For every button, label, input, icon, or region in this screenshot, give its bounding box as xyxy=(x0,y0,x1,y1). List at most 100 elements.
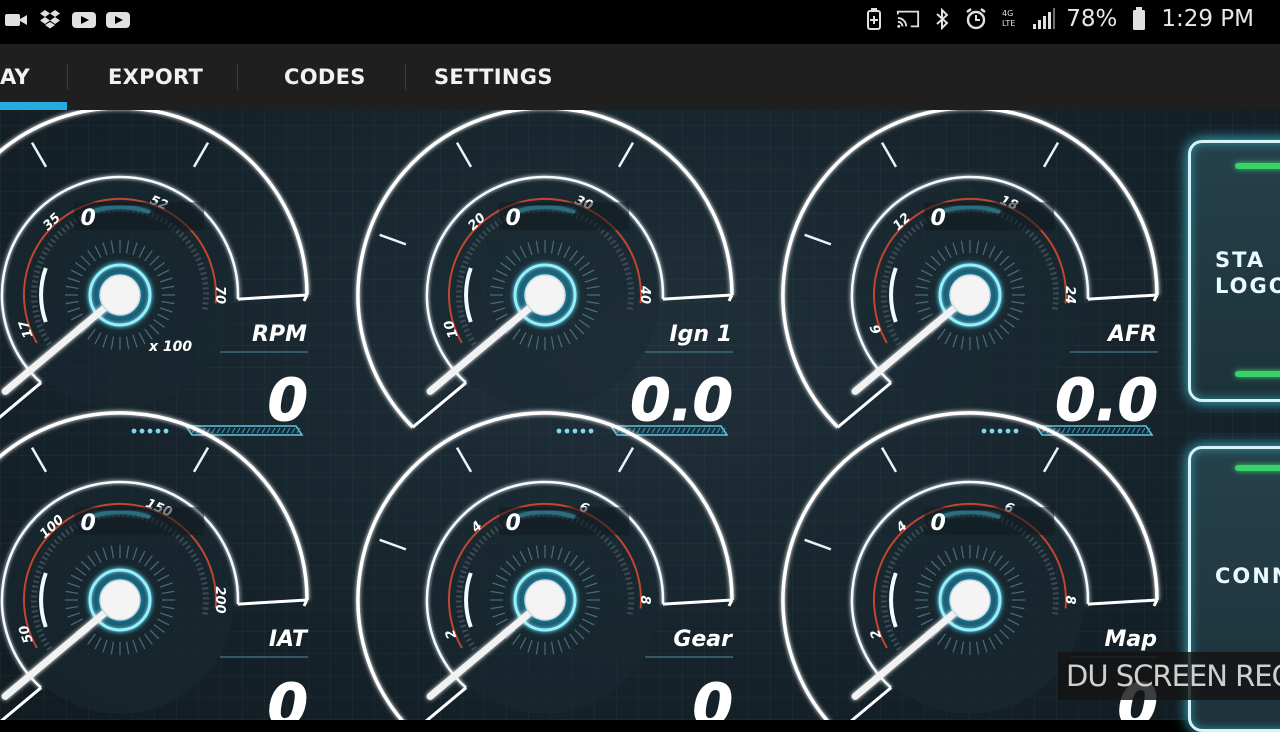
gauge-zero-label: 0 xyxy=(931,511,946,536)
gauge-bezel xyxy=(662,598,733,606)
gauge-hub-cap xyxy=(949,579,991,621)
gauge-hub-cap xyxy=(524,579,566,621)
gauge-afr: 61218240AFR0.0 xyxy=(781,110,1159,436)
gauge-ign-1: 102030400Ign 10.0 xyxy=(356,110,734,436)
gauge-value: 0.0 xyxy=(630,366,733,434)
gauge-level-hatch xyxy=(261,427,266,434)
gauge-indicator-dot xyxy=(1005,428,1011,434)
system-status: 4G LTE 78% 1:29 PM xyxy=(862,6,1254,32)
gauge-indicator-dot xyxy=(572,428,578,434)
gauge-hub-cap xyxy=(949,274,991,316)
gauge-zero-label: 0 xyxy=(506,511,521,536)
gauge-name-label: Map xyxy=(1105,627,1158,652)
gauge-level-hatch xyxy=(236,427,241,434)
gauge-level-hatch xyxy=(246,427,251,434)
gauge-name-label: RPM xyxy=(252,322,307,347)
gauge-indicator-dot xyxy=(997,428,1003,434)
status-indicator xyxy=(1235,465,1280,471)
tab-divider xyxy=(67,64,68,90)
gauge-zero-label: 0 xyxy=(81,206,96,231)
video-camera-icon xyxy=(4,8,28,32)
gauge-major-tick xyxy=(192,446,210,473)
gauge-indicator-dot xyxy=(155,428,161,434)
battery-saver-icon xyxy=(862,6,886,32)
gauge-level-hatch xyxy=(226,427,231,434)
tab-display[interactable]: AY xyxy=(0,44,30,110)
gauge-indicator-dot xyxy=(981,428,987,434)
tab-bar: AY EXPORT CODES SETTINGS xyxy=(0,44,1280,111)
gauge-indicator-dot xyxy=(139,428,145,434)
tab-divider xyxy=(237,64,238,90)
gauge-indicator-dot xyxy=(588,428,594,434)
gauge-zero-label: 0 xyxy=(81,511,96,536)
screen-recorder-watermark: DU SCREEN RECO xyxy=(1058,652,1280,700)
tab-codes[interactable]: CODES xyxy=(284,44,366,110)
youtube-icon xyxy=(72,8,96,32)
gauge-indicator-dot xyxy=(147,428,153,434)
youtube-icon xyxy=(106,8,130,32)
gauge-hub-cap xyxy=(99,579,141,621)
tab-settings[interactable]: SETTINGS xyxy=(434,44,553,110)
gauge-major-tick xyxy=(379,538,407,551)
gauge-tick-label: 8 xyxy=(1062,595,1077,604)
gauge-major-tick xyxy=(617,141,635,168)
gauge-indicator-dot xyxy=(556,428,562,434)
alarm-icon xyxy=(964,6,988,32)
gauge-gear: 24680Gear0 xyxy=(356,411,734,720)
cast-icon xyxy=(896,6,920,32)
gauge-level-hatch xyxy=(231,427,236,434)
gauge-major-tick xyxy=(617,446,635,473)
gauge-level-hatch xyxy=(241,427,246,434)
bluetooth-icon xyxy=(930,6,954,32)
gauge-name-label: AFR xyxy=(1106,322,1157,347)
dropbox-icon xyxy=(38,8,62,32)
gauge-bezel xyxy=(1087,598,1158,606)
gauge-value: 0.0 xyxy=(1055,366,1158,434)
gauge-tick-label: 200 xyxy=(212,586,227,613)
gauge-tick-label: 8 xyxy=(637,595,652,604)
gauge-indicator-dot xyxy=(163,428,169,434)
gauge-major-tick xyxy=(1042,446,1060,473)
gauge-major-tick xyxy=(455,446,473,473)
notification-icons xyxy=(4,8,130,32)
gauge-bezel xyxy=(836,381,893,429)
start-logging-button[interactable]: STA LOGO xyxy=(1188,140,1280,402)
gauge-zero-label: 0 xyxy=(931,206,946,231)
gauge-bezel xyxy=(662,293,733,301)
svg-text:LTE: LTE xyxy=(1002,19,1015,28)
gauge-value: 0 xyxy=(693,671,733,720)
active-tab-indicator xyxy=(0,102,67,110)
gauge-major-tick xyxy=(379,233,407,246)
gauge-major-tick xyxy=(455,141,473,168)
clock: 1:29 PM xyxy=(1161,6,1254,32)
start-logging-label: STA LOGO xyxy=(1215,248,1280,298)
gauge-indicator-dot xyxy=(564,428,570,434)
gauge-level-hatch xyxy=(221,427,226,434)
gauge-value: 0 xyxy=(268,671,308,720)
gauge-level-hatch xyxy=(256,427,261,434)
tab-export[interactable]: EXPORT xyxy=(108,44,203,110)
gauge-indicator-dot xyxy=(131,428,137,434)
svg-text:4G: 4G xyxy=(1002,9,1013,18)
gauge-multiplier-label: x 100 xyxy=(148,339,192,355)
gauge-major-tick xyxy=(192,141,210,168)
gauge-rpm: 173552700x 100RPM0 xyxy=(0,110,309,436)
gauge-major-tick xyxy=(1042,141,1060,168)
battery-percent: 78% xyxy=(1066,6,1118,32)
gauge-bezel xyxy=(237,598,308,606)
gauge-tick-label: 40 xyxy=(637,285,652,304)
gauge-level-hatch xyxy=(251,427,256,434)
status-indicator xyxy=(1235,163,1280,169)
gauge-level-hatch xyxy=(216,427,221,434)
gauge-major-tick xyxy=(804,538,832,551)
gauge-name-label: IAT xyxy=(269,627,309,652)
tab-divider xyxy=(405,64,406,90)
gauge-indicator-dot xyxy=(580,428,586,434)
gauge-zero-label: 0 xyxy=(506,206,521,231)
signal-icon xyxy=(1032,6,1056,32)
gauge-indicator-dot xyxy=(1013,428,1019,434)
gauge-indicator-dot xyxy=(989,428,995,434)
gauge-grid: 173552700x 100RPM0102030400Ign 10.061218… xyxy=(0,110,1159,720)
gauge-bezel xyxy=(411,381,468,429)
gauge-bezel xyxy=(237,293,308,301)
